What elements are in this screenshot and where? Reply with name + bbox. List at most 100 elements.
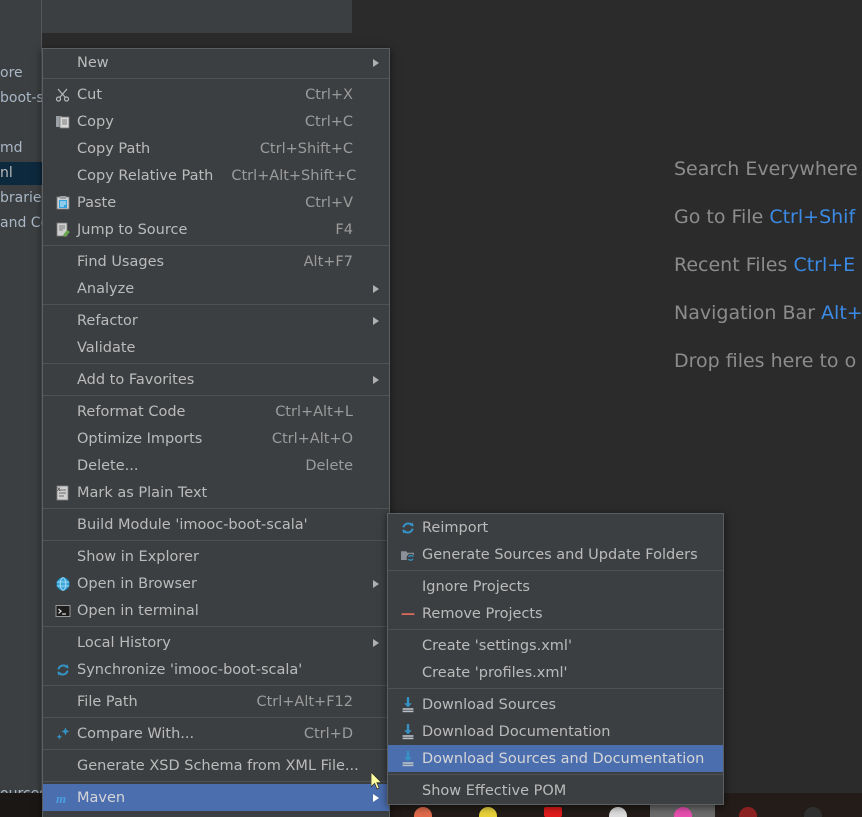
- maven-item-download-sources[interactable]: Download Sources: [388, 691, 723, 718]
- editor-hint-shortcut: Alt+: [815, 302, 862, 324]
- no-icon: [396, 577, 420, 597]
- menu-item-label: New: [77, 54, 109, 71]
- tree-row[interactable]: md: [0, 137, 42, 160]
- context-menu-item-refactor[interactable]: Refactor: [43, 307, 389, 334]
- editor-hint-label: Search Everywhere: [674, 158, 858, 180]
- no-icon: [51, 692, 75, 712]
- context-menu-item-show-in-explorer[interactable]: Show in Explorer: [43, 543, 389, 570]
- menu-item-shortcut: Alt+F7: [303, 253, 353, 270]
- maven-item-create-profiles-xml[interactable]: Create 'profiles.xml': [388, 659, 723, 686]
- context-menu-item-build-module-imooc-boot-scala[interactable]: Build Module 'imooc-boot-scala': [43, 511, 389, 538]
- context-menu-item-new[interactable]: New: [43, 49, 389, 76]
- menu-item-label: Remove Projects: [422, 605, 543, 622]
- context-menu-item-delete[interactable]: Delete... Delete: [43, 452, 389, 479]
- context-menu-item-paste[interactable]: Paste Ctrl+V: [43, 189, 389, 216]
- maven-item-ignore-projects[interactable]: Ignore Projects: [388, 573, 723, 600]
- menu-item-shortcut: Ctrl+Alt+O: [271, 430, 353, 447]
- context-menu-item-copy[interactable]: Copy Ctrl+C: [43, 108, 389, 135]
- menu-separator: [43, 363, 389, 364]
- submenu-arrow-icon: [367, 793, 379, 802]
- taskbar-item[interactable]: [780, 793, 845, 817]
- maven-item-remove-projects[interactable]: Remove Projects: [388, 600, 723, 627]
- menu-item-label: Maven: [77, 789, 126, 806]
- no-icon: [51, 311, 75, 331]
- context-menu-item-find-usages[interactable]: Find Usages Alt+F7: [43, 248, 389, 275]
- menu-separator: [43, 781, 389, 782]
- menu-item-label: Copy Relative Path: [77, 167, 214, 184]
- context-menu-item-file-path[interactable]: File Path Ctrl+Alt+F12: [43, 688, 389, 715]
- tree-row[interactable]: and Co: [0, 212, 42, 235]
- maven-item-reimport[interactable]: Reimport: [388, 514, 723, 541]
- tree-row[interactable]: boot-s: [0, 87, 42, 110]
- menu-separator: [43, 78, 389, 79]
- context-menu-item-local-history[interactable]: Local History: [43, 629, 389, 656]
- menu-item-shortcut: Ctrl+Alt+L: [275, 403, 353, 420]
- context-menu-item-open-in-browser[interactable]: Open in Browser: [43, 570, 389, 597]
- maven-item-show-effective-pom[interactable]: Show Effective POM: [388, 777, 723, 804]
- menu-item-label: Open in Browser: [77, 575, 197, 592]
- editor-hint-label: Drop files here to o: [674, 350, 857, 372]
- context-menu-item-compare-with[interactable]: Compare With... Ctrl+D: [43, 720, 389, 747]
- context-menu-item-generate-xsd-schema-from-xml-file[interactable]: Generate XSD Schema from XML File...: [43, 752, 389, 779]
- editor-placeholder-hints: Search Everywhere Go to File Ctrl+Shif Rec…: [674, 155, 862, 395]
- maven-item-download-documentation[interactable]: Download Documentation: [388, 718, 723, 745]
- maven-item-create-settings-xml[interactable]: Create 'settings.xml': [388, 632, 723, 659]
- tree-row[interactable]: nl: [0, 162, 42, 185]
- no-icon: [51, 547, 75, 567]
- editor-hint-shortcut: Ctrl+E: [787, 254, 856, 276]
- context-menu-item-copy-path[interactable]: Copy Path Ctrl+Shift+C: [43, 135, 389, 162]
- submenu-arrow-icon: [367, 579, 379, 588]
- context-menu-item-jump-to-source[interactable]: Jump to Source F4: [43, 216, 389, 243]
- tree-row[interactable]: [0, 112, 42, 135]
- menu-separator: [43, 626, 389, 627]
- svg-text:x: x: [57, 486, 61, 493]
- menu-item-label: File Path: [77, 693, 138, 710]
- menu-separator: [43, 304, 389, 305]
- taskbar-item[interactable]: [715, 793, 780, 817]
- context-menu-item-synchronize-imooc-boot-scala[interactable]: Synchronize 'imooc-boot-scala': [43, 656, 389, 683]
- submenu-arrow-icon: [367, 316, 379, 325]
- file-context-menu[interactable]: New Cut Ctrl+X Copy Ctrl+C Copy Path Ctrl+Shif…: [42, 48, 390, 817]
- menu-separator: [43, 685, 389, 686]
- context-menu-item-maven[interactable]: m Maven: [43, 784, 389, 811]
- context-menu-item-open-in-terminal[interactable]: Open in terminal: [43, 597, 389, 624]
- context-menu-item-optimize-imports[interactable]: Optimize Imports Ctrl+Alt+O: [43, 425, 389, 452]
- maven-submenu[interactable]: Reimport Generate Sources and Update Fold…: [387, 513, 724, 805]
- menu-item-shortcut: F4: [335, 221, 353, 238]
- context-menu-item-mark-as-plain-text[interactable]: x Mark as Plain Text: [43, 479, 389, 506]
- menu-item-label: Compare With...: [77, 725, 195, 742]
- maven-item-download-sources-and-documentation[interactable]: Download Sources and Documentation: [388, 745, 723, 772]
- ide-window: oreboot-smdnlbrariesand Co ources Search…: [0, 0, 862, 817]
- no-icon: [51, 429, 75, 449]
- context-menu-item-create-gist[interactable]: Create Gist...: [43, 811, 389, 817]
- editor-hint-row: Search Everywhere: [674, 155, 862, 203]
- paste-icon: [51, 193, 75, 213]
- globe-icon: [51, 574, 75, 594]
- context-menu-item-validate[interactable]: Validate: [43, 334, 389, 361]
- maven-item-generate-sources-and-update-folders[interactable]: Generate Sources and Update Folders: [388, 541, 723, 568]
- menu-item-label: Reformat Code: [77, 403, 186, 420]
- menu-item-label: Local History: [77, 634, 171, 651]
- menu-item-label: Build Module 'imooc-boot-scala': [77, 516, 308, 533]
- no-icon: [51, 633, 75, 653]
- context-menu-item-analyze[interactable]: Analyze: [43, 275, 389, 302]
- context-menu-item-copy-relative-path[interactable]: Copy Relative Path Ctrl+Alt+Shift+C: [43, 162, 389, 189]
- scissors-icon: [51, 85, 75, 105]
- menu-item-label: Analyze: [77, 280, 135, 297]
- context-menu-item-add-to-favorites[interactable]: Add to Favorites: [43, 366, 389, 393]
- tree-row[interactable]: braries: [0, 187, 42, 210]
- menu-item-shortcut: Delete: [305, 457, 353, 474]
- menu-separator: [388, 688, 723, 689]
- menu-item-label: Synchronize 'imooc-boot-scala': [77, 661, 303, 678]
- menu-item-label: Show in Explorer: [77, 548, 199, 565]
- menu-item-label: Mark as Plain Text: [77, 484, 208, 501]
- menu-item-label: Delete...: [77, 457, 139, 474]
- menu-item-label: Open in terminal: [77, 602, 199, 619]
- context-menu-item-cut[interactable]: Cut Ctrl+X: [43, 81, 389, 108]
- context-menu-item-reformat-code[interactable]: Reformat Code Ctrl+Alt+L: [43, 398, 389, 425]
- editor-hint-row: Drop files here to o: [674, 347, 862, 395]
- menu-item-shortcut: Ctrl+Alt+F12: [256, 693, 353, 710]
- menu-item-shortcut: Ctrl+Shift+C: [259, 140, 353, 157]
- menu-separator: [43, 749, 389, 750]
- tree-row[interactable]: ore: [0, 62, 42, 85]
